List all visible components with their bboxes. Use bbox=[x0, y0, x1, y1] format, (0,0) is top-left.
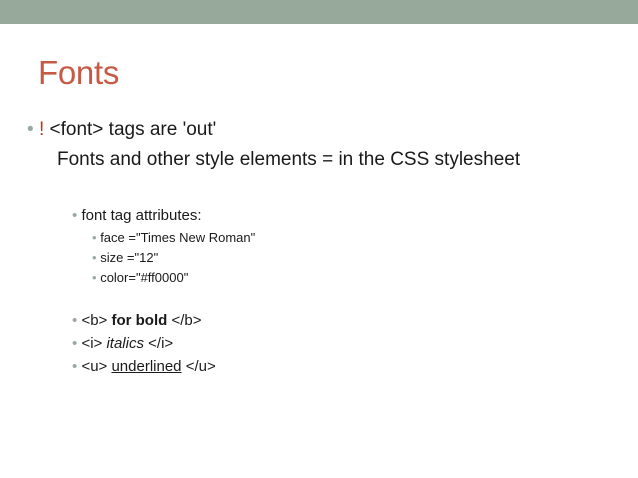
bullet-icon: • bbox=[72, 358, 78, 375]
tag-open: <u> bbox=[81, 358, 112, 375]
bullet-bold: • <b> for bold </b> bbox=[72, 311, 202, 331]
bullet-icon: • bbox=[72, 335, 78, 352]
sub-bullet-size: • size ="12" bbox=[92, 249, 158, 267]
slide-title: Fonts bbox=[38, 54, 120, 91]
tag-open: <b> bbox=[81, 312, 112, 329]
bullet-continuation: Fonts and other style elements = in the … bbox=[57, 149, 521, 170]
bullet-icon: • bbox=[27, 119, 34, 140]
bullet-underline: • <u> underlined </u> bbox=[72, 357, 216, 377]
underline-sample: underlined bbox=[111, 358, 182, 375]
sub-bullet-text: size ="12" bbox=[100, 250, 159, 265]
bullet-icon: • bbox=[92, 230, 97, 245]
bullet-icon: • bbox=[92, 250, 97, 265]
tag-close: </b> bbox=[167, 312, 202, 329]
bullet-font-tag-attributes: • font tag attributes: bbox=[72, 206, 202, 226]
bullet-text: font tag attributes: bbox=[81, 207, 202, 224]
sub-bullet-face: • face ="Times New Roman" bbox=[92, 229, 255, 247]
bullet-icon: • bbox=[72, 207, 78, 224]
sub-bullet-color: • color="#ff0000" bbox=[92, 269, 188, 287]
bullet-icon: • bbox=[92, 270, 97, 285]
tag-open: <i> bbox=[81, 335, 107, 352]
bullet-font-tags-out: • ! <font> tags are 'out' bbox=[27, 118, 216, 142]
italic-sample: italics bbox=[106, 335, 144, 352]
bullet-icon: • bbox=[72, 312, 78, 329]
tag-close: </i> bbox=[143, 335, 174, 352]
bold-sample: for bold bbox=[111, 312, 168, 329]
sub-bullet-text: color="#ff0000" bbox=[100, 270, 189, 285]
top-bar bbox=[0, 0, 638, 24]
bullet-text: <font> tags are 'out' bbox=[44, 119, 217, 140]
sub-bullet-text: face ="Times New Roman" bbox=[100, 230, 256, 245]
bullet-italic: • <i> italics </i> bbox=[72, 334, 173, 354]
tag-close: </u> bbox=[181, 358, 216, 375]
